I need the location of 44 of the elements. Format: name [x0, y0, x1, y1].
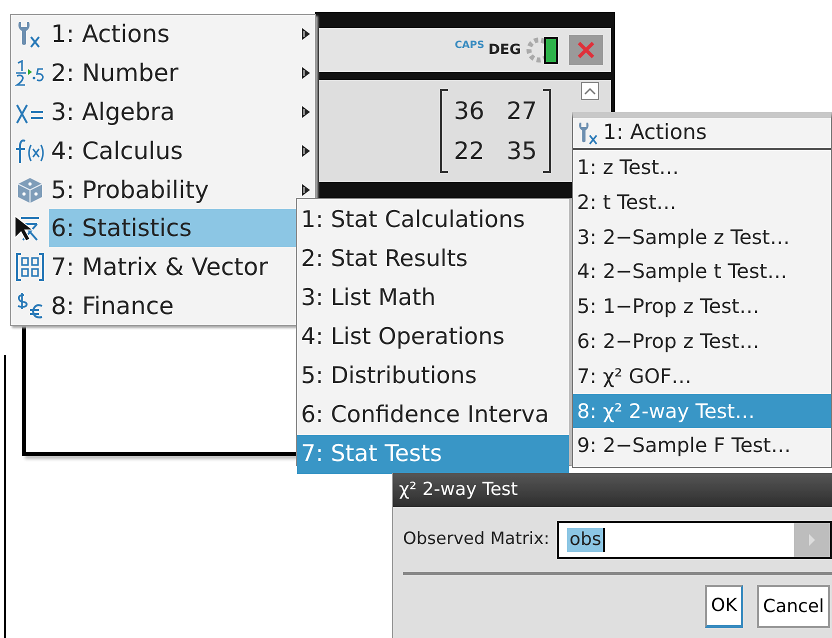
field-label: Observed Matrix:: [403, 528, 550, 552]
menu-item[interactable]: 2: t Test…: [573, 184, 831, 220]
fraction-icon: [15, 60, 45, 86]
matrix-entry: 27: [506, 96, 537, 127]
menu-item[interactable]: 1: Actions: [49, 15, 297, 54]
matrix-entry: 36: [454, 96, 484, 127]
menu-header: 1: Actions: [603, 119, 707, 146]
menu-item[interactable]: 6: 2−Prop z Test…: [573, 324, 831, 359]
menu-item[interactable]: 3: List Math: [297, 279, 569, 318]
menu-item[interactable]: 8: Finance: [49, 286, 297, 325]
menu-item[interactable]: 4: 2−Sample t Test…: [573, 254, 831, 290]
dialog-title: χ² 2-way Test: [393, 473, 832, 507]
matrix-icon: [15, 252, 45, 282]
matrix-entry: 35: [506, 136, 537, 167]
menu-item[interactable]: 2: Stat Results: [297, 240, 569, 279]
mouse-pointer-icon: [13, 214, 35, 242]
menu-item[interactable]: 6: Statistics: [49, 209, 297, 248]
menu-item[interactable]: 5: Probability: [49, 170, 297, 209]
menu-item[interactable]: 1: Stat Calculations: [297, 201, 569, 240]
menu-item[interactable]: 5: Distributions: [297, 357, 569, 396]
angle-mode-indicator: DEG: [488, 40, 521, 60]
menu-item[interactable]: 3: 2−Sample z Test…: [573, 220, 831, 254]
matrix-entry: 22: [454, 136, 484, 167]
menu-item[interactable]: 4: List Operations: [297, 318, 569, 357]
dice-icon: [16, 176, 44, 204]
arrow-icon: [808, 533, 816, 547]
currency-icon: [15, 292, 45, 320]
menu-item[interactable]: 2: Number: [49, 54, 297, 92]
menu-item[interactable]: 3: Algebra: [49, 92, 297, 131]
chevron-up-icon: [584, 87, 596, 95]
caps-indicator: CAPS: [454, 39, 484, 53]
ok-button[interactable]: OK: [705, 585, 744, 628]
menu-item[interactable]: 7: χ² GOF…: [573, 358, 831, 394]
close-icon: [576, 40, 596, 60]
menu-item[interactable]: 9: 2−Sample F Test…: [573, 428, 831, 464]
cancel-button[interactable]: Cancel: [757, 585, 830, 628]
menu-item[interactable]: 6: Confidence Interva: [297, 396, 569, 435]
input-field[interactable]: obs: [557, 521, 832, 559]
menu-item[interactable]: 4: Calculus: [49, 132, 297, 170]
menu-item[interactable]: 7: Matrix & Vector: [49, 248, 297, 286]
function-icon: [15, 136, 45, 165]
menu-item[interactable]: 5: 1−Prop z Test…: [573, 289, 831, 324]
scroll-up-button[interactable]: [581, 82, 599, 100]
menu-item[interactable]: 1: z Test…: [573, 150, 831, 185]
